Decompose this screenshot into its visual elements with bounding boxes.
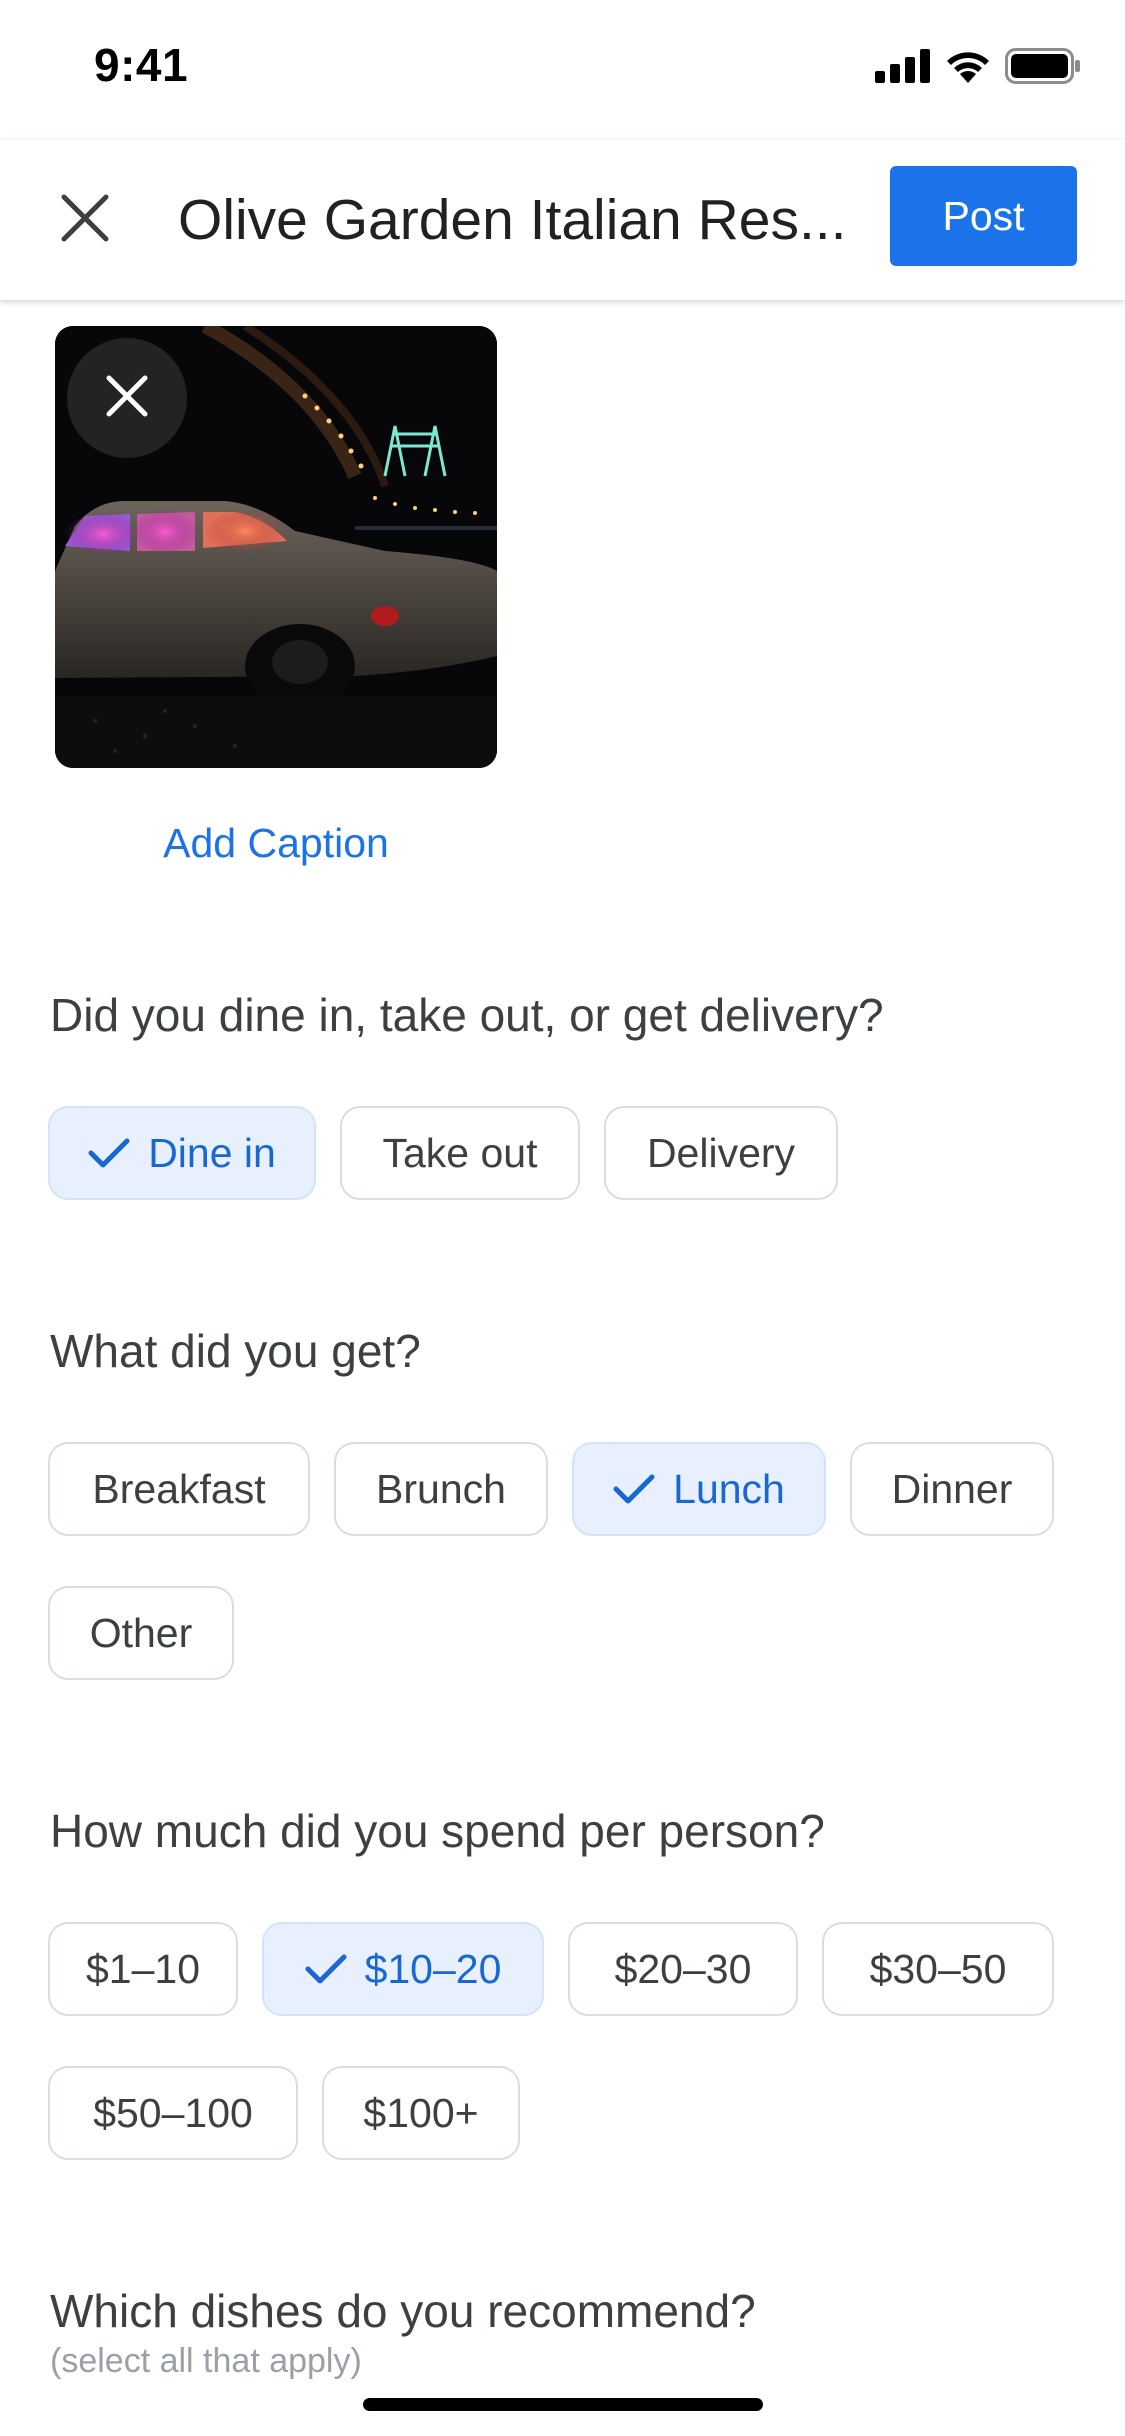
chip-label: $50–100 bbox=[93, 2089, 253, 2136]
post-button[interactable]: Post bbox=[890, 166, 1077, 266]
status-time: 9:41 bbox=[94, 39, 189, 91]
chip-take-out[interactable]: Take out bbox=[340, 1106, 580, 1200]
close-button[interactable] bbox=[40, 175, 130, 265]
chip-spend-30-50[interactable]: $30–50 bbox=[822, 1922, 1054, 2016]
chip-label: Dine in bbox=[148, 1129, 276, 1176]
check-icon bbox=[613, 1473, 655, 1505]
status-bar: 9:41 bbox=[0, 0, 1125, 140]
add-caption-link[interactable]: Add Caption bbox=[0, 820, 552, 867]
chip-spend-100-plus[interactable]: $100+ bbox=[322, 2066, 520, 2160]
check-icon bbox=[88, 1137, 130, 1169]
chip-dine-in[interactable]: Dine in bbox=[48, 1106, 316, 1200]
chip-label: $10–20 bbox=[364, 1945, 502, 1992]
question-meal: What did you get? bbox=[50, 1325, 421, 1377]
wifi-icon bbox=[945, 49, 991, 88]
chip-spend-50-100[interactable]: $50–100 bbox=[48, 2066, 298, 2160]
chip-spend-10-20[interactable]: $10–20 bbox=[262, 1922, 544, 2016]
app-bar: Olive Garden Italian Res... Post bbox=[0, 140, 1125, 300]
question-dishes: Which dishes do you recommend? bbox=[50, 2285, 756, 2337]
check-icon bbox=[305, 1953, 347, 1985]
chip-label: $30–50 bbox=[869, 1945, 1007, 1992]
chip-spend-20-30[interactable]: $20–30 bbox=[568, 1922, 798, 2016]
chip-brunch[interactable]: Brunch bbox=[334, 1442, 548, 1536]
chip-label: Dinner bbox=[891, 1465, 1013, 1512]
page-title: Olive Garden Italian Res... bbox=[178, 188, 847, 252]
question-spend: How much did you spend per person? bbox=[50, 1805, 825, 1857]
question-dining-mode: Did you dine in, take out, or get delive… bbox=[50, 989, 884, 1041]
chip-lunch[interactable]: Lunch bbox=[572, 1442, 826, 1536]
status-icons bbox=[875, 48, 1081, 89]
chip-other[interactable]: Other bbox=[48, 1586, 234, 1680]
remove-photo-button[interactable] bbox=[67, 338, 187, 458]
chip-label: Delivery bbox=[646, 1129, 796, 1176]
chip-spend-1-10[interactable]: $1–10 bbox=[48, 1922, 238, 2016]
chip-label: Breakfast bbox=[92, 1465, 266, 1512]
chip-delivery[interactable]: Delivery bbox=[604, 1106, 838, 1200]
question-dishes-subtext: (select all that apply) bbox=[50, 2342, 362, 2380]
photo-thumbnail bbox=[55, 326, 497, 768]
chip-label: $1–10 bbox=[85, 1945, 200, 1992]
close-icon bbox=[60, 193, 110, 248]
chip-label: Lunch bbox=[673, 1465, 785, 1512]
chip-label: Brunch bbox=[376, 1465, 506, 1512]
battery-icon bbox=[1005, 48, 1081, 89]
chip-breakfast[interactable]: Breakfast bbox=[48, 1442, 310, 1536]
chip-label: $100+ bbox=[363, 2089, 479, 2136]
home-indicator bbox=[363, 2398, 763, 2411]
chip-label: Take out bbox=[382, 1129, 538, 1176]
chip-dinner[interactable]: Dinner bbox=[850, 1442, 1054, 1536]
cellular-signal-icon bbox=[875, 49, 931, 88]
chip-label: $20–30 bbox=[614, 1945, 752, 1992]
chip-label: Other bbox=[89, 1609, 193, 1656]
close-icon bbox=[105, 374, 149, 423]
